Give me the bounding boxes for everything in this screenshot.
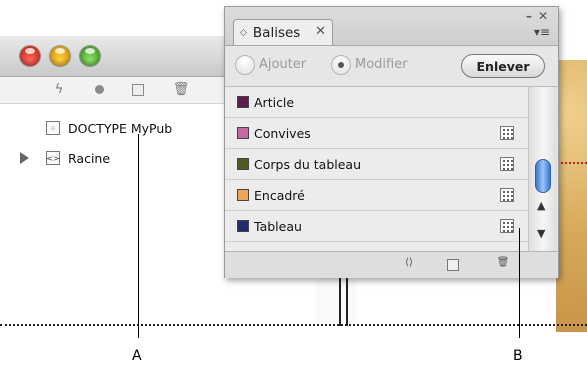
tag-label: Article (254, 94, 295, 110)
tree-item-label: Racine (68, 150, 111, 166)
frame-edge-indicator (557, 162, 587, 164)
panel-footer: ⟨⟩ 🗑 (225, 251, 558, 278)
diamond-icon: ◇ (240, 27, 247, 38)
delete-tag-icon[interactable]: 🗑 (495, 257, 511, 271)
document-image (556, 60, 587, 332)
tree-item-label: DOCTYPE MyPub (68, 120, 173, 136)
baseline-rule (0, 324, 587, 326)
structure-toolbar: ϟ 🗑 (0, 77, 230, 104)
add-radio[interactable] (235, 55, 255, 75)
new-tag-icon[interactable] (447, 259, 459, 271)
structure-window: ϟ 🗑 ⁘ DOCTYPE MyPub <> Racine (0, 36, 230, 326)
tags-list: Article Convives Corps du tableau Encadr… (225, 87, 528, 251)
close-panel-icon[interactable]: ✕ (538, 9, 548, 23)
color-swatch (237, 96, 249, 108)
list-item[interactable]: Convives (225, 118, 528, 149)
tab-balises[interactable]: ◇ Balises ✕ (233, 19, 333, 45)
close-tab-icon[interactable]: ✕ (315, 24, 326, 39)
color-swatch (237, 189, 249, 201)
tag-marker-icon (500, 219, 514, 233)
zoom-window-button[interactable] (80, 46, 100, 66)
gutter-rule (346, 276, 348, 326)
modify-label: Modifier (355, 57, 408, 72)
modify-radio[interactable] (331, 55, 351, 75)
gutter-rule (339, 276, 341, 326)
doctype-icon: ⁘ (46, 121, 60, 135)
scroll-down-icon[interactable]: ▼ (537, 227, 545, 240)
tag-marker-icon (500, 157, 514, 171)
tag-label: Convives (254, 125, 311, 141)
list-item[interactable]: Encadré (225, 180, 528, 211)
lightning-icon[interactable]: ϟ (50, 81, 68, 99)
tag-marker-icon (500, 126, 514, 140)
record-dot-icon[interactable] (95, 85, 104, 94)
color-swatch (237, 158, 249, 170)
callout-label-a: A (132, 348, 142, 364)
tag-marker-icon (500, 188, 514, 202)
collapse-panel-icon[interactable]: – (526, 9, 532, 23)
tree-item-doctype[interactable]: ⁘ DOCTYPE MyPub (46, 118, 172, 138)
tags-panel: ◇ Balises ✕ – ✕ ▾≡ Ajouter Modifier Enle… (224, 6, 559, 278)
color-swatch (237, 127, 249, 139)
load-tags-icon[interactable]: ⟨⟩ (401, 257, 417, 271)
new-element-icon[interactable] (132, 84, 144, 96)
remove-button[interactable]: Enlever (461, 54, 545, 78)
tree-item-racine[interactable]: <> Racine (46, 148, 110, 168)
scroll-thumb[interactable] (535, 159, 551, 193)
list-scrollbar[interactable]: ▲ ▼ (528, 87, 557, 251)
callout-line-a (138, 134, 139, 338)
expand-triangle-icon[interactable] (20, 152, 29, 164)
panel-header[interactable]: ◇ Balises ✕ – ✕ ▾≡ (225, 7, 558, 46)
scroll-up-icon[interactable]: ▲ (537, 199, 545, 212)
window-titlebar[interactable] (0, 36, 230, 77)
callout-line-b (519, 228, 520, 338)
list-item[interactable]: Corps du tableau (225, 149, 528, 180)
list-item[interactable]: Article (225, 87, 528, 118)
trash-icon[interactable]: 🗑 (172, 81, 190, 99)
tag-label: Encadré (254, 187, 305, 203)
tag-element-icon: <> (46, 151, 60, 165)
callout-label-b: B (513, 348, 523, 364)
panel-menu-icon[interactable]: ▾≡ (534, 25, 550, 39)
tag-label: Tableau (254, 218, 302, 234)
tag-options-row: Ajouter Modifier Enlever (225, 46, 558, 87)
minimize-window-button[interactable] (50, 46, 70, 66)
color-swatch (237, 220, 249, 232)
close-window-button[interactable] (20, 46, 40, 66)
tab-label: Balises (252, 24, 301, 41)
list-item[interactable]: Tableau (225, 211, 528, 242)
add-label: Ajouter (259, 57, 307, 72)
tag-label: Corps du tableau (254, 156, 362, 172)
gutter (316, 276, 356, 326)
